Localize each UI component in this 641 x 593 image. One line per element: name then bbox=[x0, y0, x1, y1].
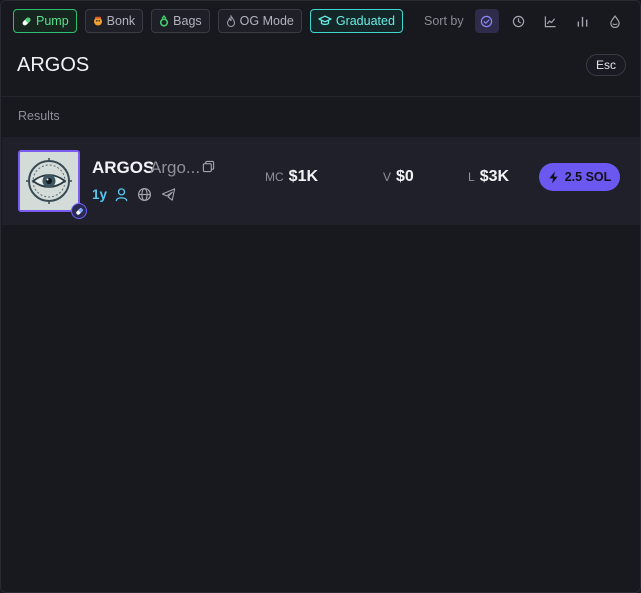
volume-value: $0 bbox=[396, 168, 414, 185]
sort-volume-button[interactable] bbox=[571, 9, 595, 33]
line-chart-icon bbox=[544, 15, 556, 27]
pill-icon bbox=[21, 16, 32, 27]
flame-icon bbox=[226, 15, 236, 27]
token-symbol: ARGOS bbox=[92, 158, 155, 177]
liquidity-drop-icon bbox=[609, 14, 620, 28]
bonk-icon bbox=[93, 16, 103, 26]
filter-bar: Pump Bonk Bags OG Mode Graduated bbox=[13, 9, 403, 33]
sort-label: Sort by bbox=[424, 14, 464, 28]
globe-icon[interactable] bbox=[137, 187, 153, 203]
graduation-cap-icon bbox=[318, 15, 332, 27]
sort-relevance-button[interactable] bbox=[474, 9, 499, 33]
bags-icon bbox=[159, 15, 169, 27]
filter-graduated[interactable]: Graduated bbox=[309, 9, 403, 33]
result-row[interactable]: ARGOS Argo... 1y MC $1K V $0 L $3K 2.5 S… bbox=[2, 137, 640, 225]
telegram-icon[interactable] bbox=[161, 187, 177, 203]
volume-label: V bbox=[383, 170, 392, 184]
liquidity-value: $3K bbox=[479, 168, 510, 185]
search-row: Esc bbox=[1, 45, 640, 97]
filter-bags[interactable]: Bags bbox=[151, 9, 210, 33]
sort-controls: Sort by bbox=[424, 9, 627, 33]
liquidity-label: L bbox=[468, 170, 475, 184]
results-label: Results bbox=[18, 109, 60, 123]
quick-buy-button[interactable]: 2.5 SOL bbox=[539, 163, 620, 191]
pump-badge-icon bbox=[71, 203, 87, 219]
sort-liquidity-button[interactable] bbox=[603, 9, 627, 33]
filter-pump[interactable]: Pump bbox=[13, 9, 77, 33]
token-name: Argo... bbox=[150, 158, 201, 177]
token-avatar bbox=[18, 150, 80, 212]
volume-stat: V $0 bbox=[383, 168, 414, 186]
bar-chart-icon bbox=[577, 16, 588, 27]
search-input[interactable] bbox=[17, 51, 557, 79]
market-cap-label: MC bbox=[265, 170, 284, 184]
relevance-icon bbox=[480, 15, 493, 27]
token-age: 1y bbox=[92, 187, 108, 202]
filter-og-mode[interactable]: OG Mode bbox=[217, 9, 302, 33]
copy-icon[interactable] bbox=[202, 160, 216, 174]
quick-buy-label: 2.5 SOL bbox=[564, 170, 612, 184]
creator-icon[interactable] bbox=[114, 187, 130, 203]
sort-marketcap-button[interactable] bbox=[539, 9, 563, 33]
search-modal: Pump Bonk Bags OG Mode Graduated Sort by… bbox=[0, 0, 641, 593]
clock-icon bbox=[512, 15, 525, 27]
market-cap-value: $1K bbox=[288, 168, 319, 185]
sort-age-button[interactable] bbox=[507, 9, 531, 33]
lightning-icon bbox=[549, 171, 558, 183]
liquidity-stat: L $3K bbox=[468, 168, 509, 186]
filter-bonk[interactable]: Bonk bbox=[84, 9, 144, 33]
market-cap-stat: MC $1K bbox=[265, 168, 318, 186]
esc-button[interactable]: Esc bbox=[586, 54, 627, 76]
